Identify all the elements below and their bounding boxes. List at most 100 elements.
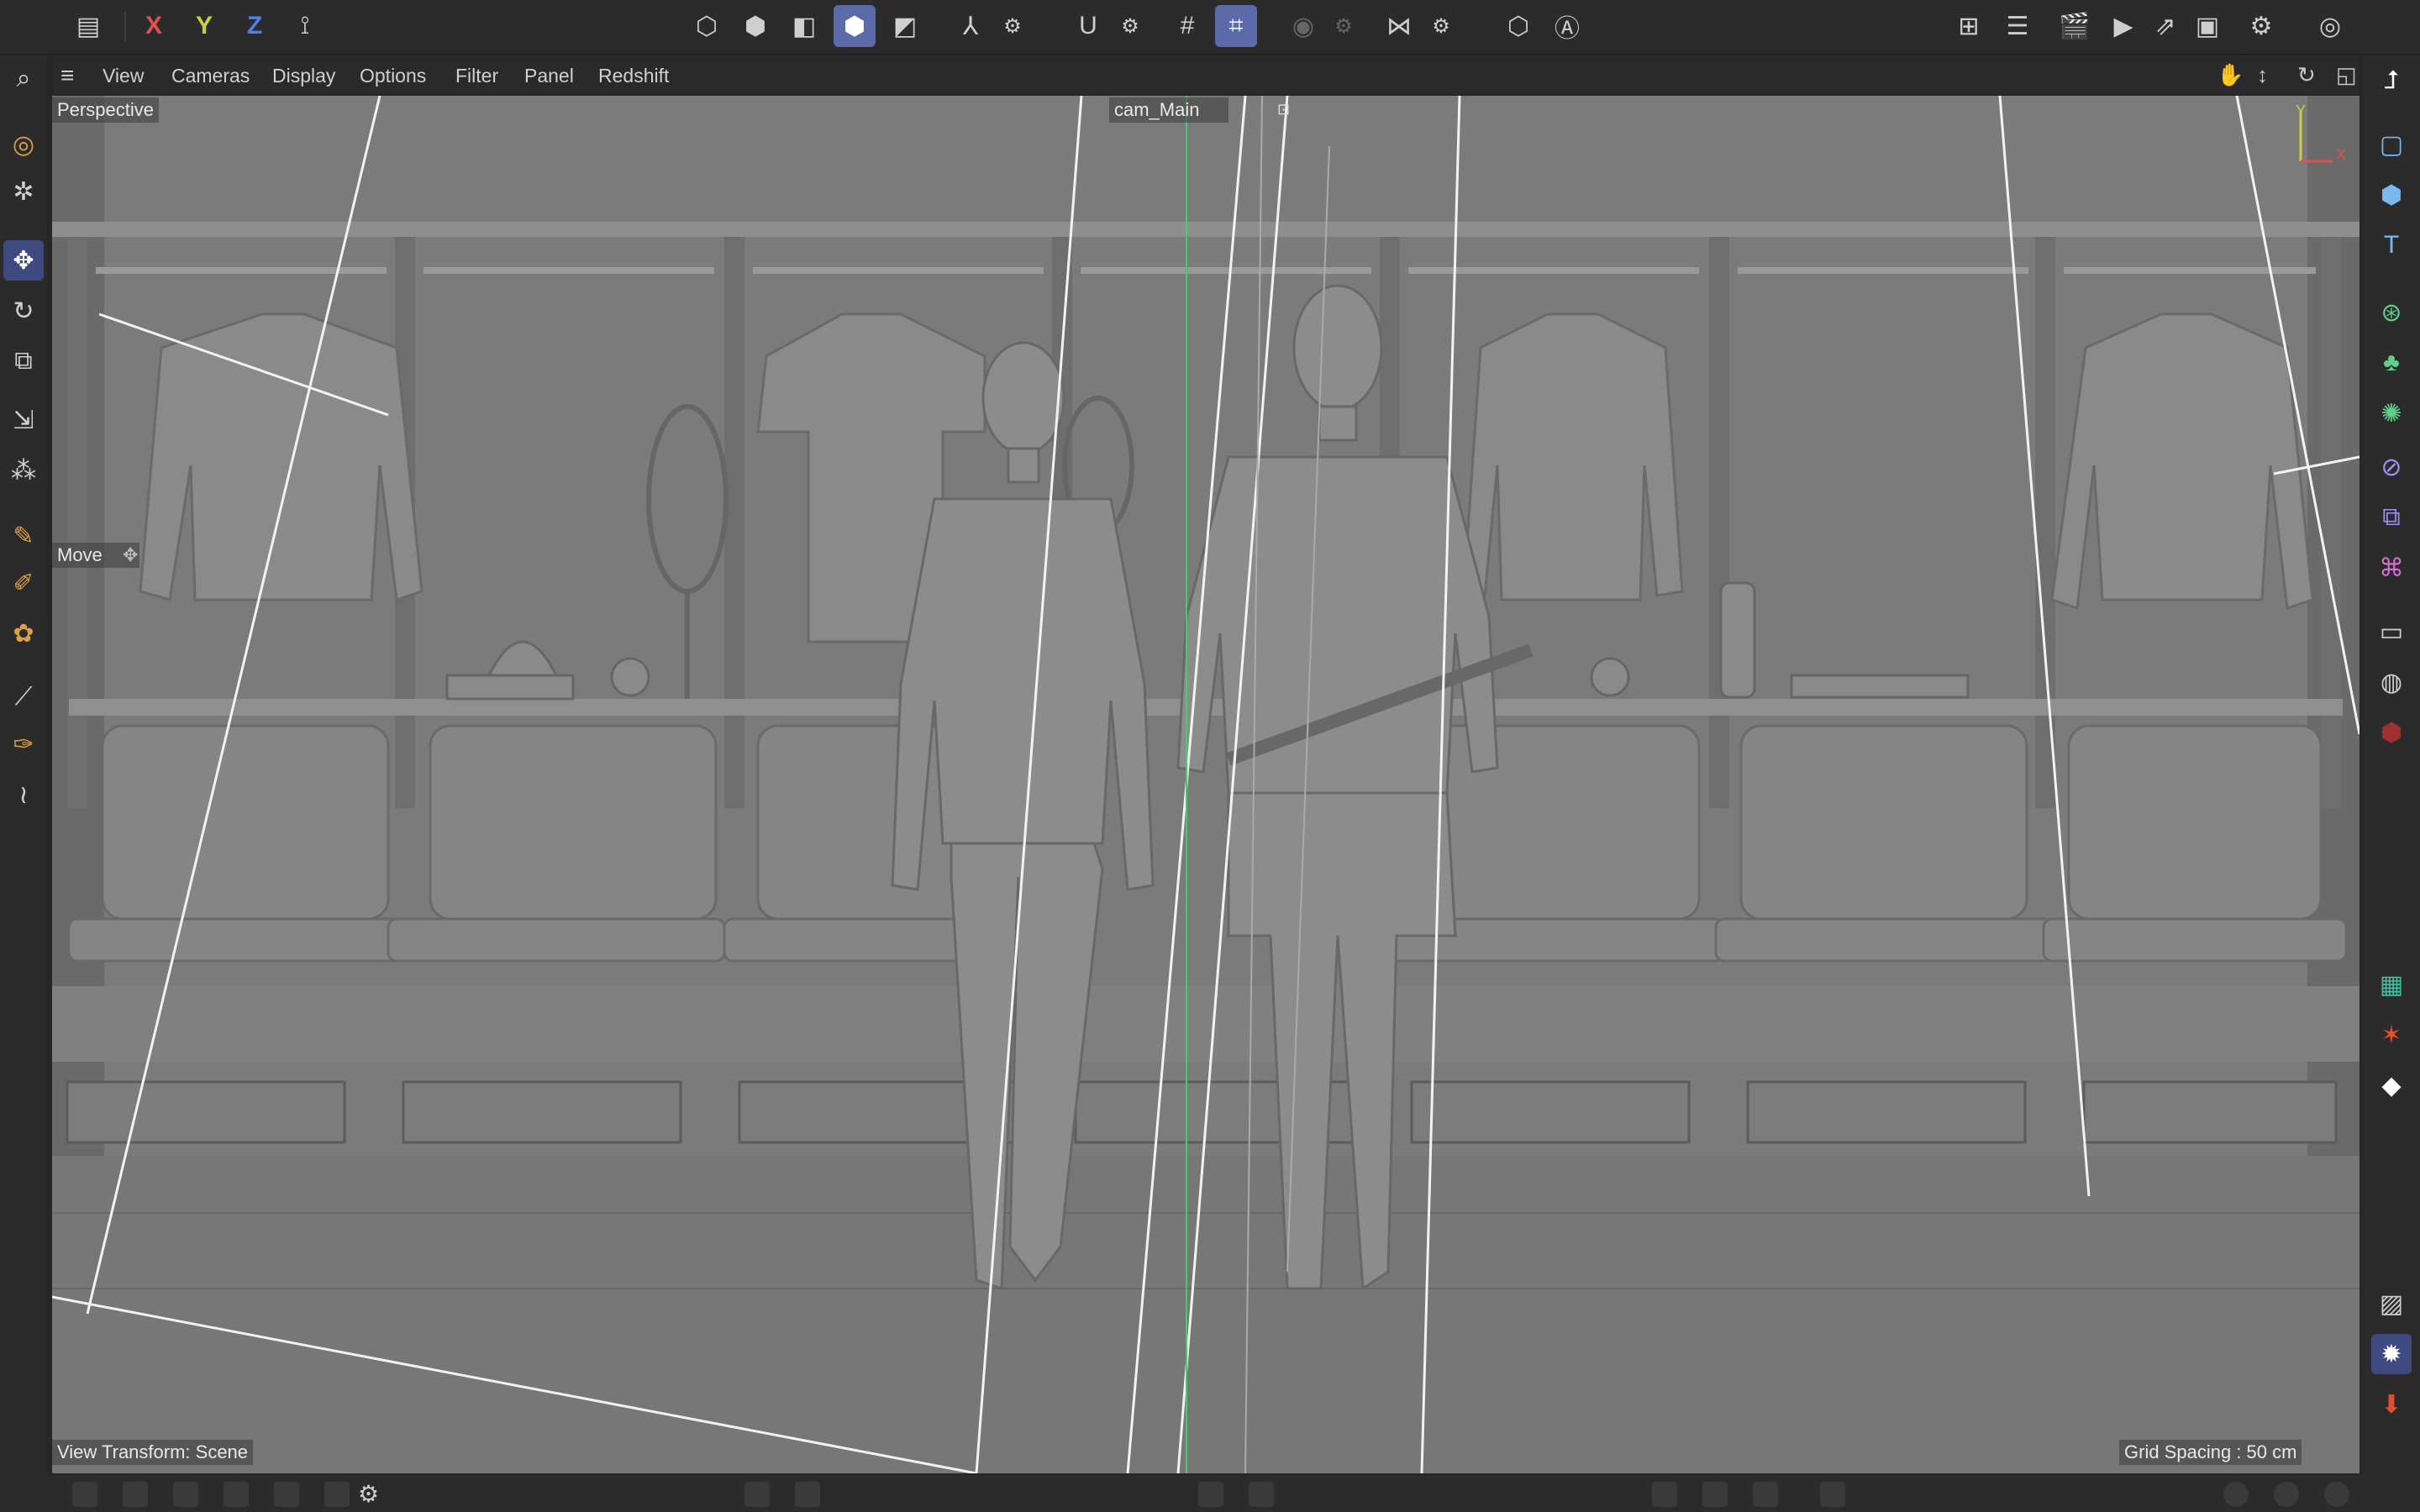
axis-down-icon[interactable] (1753, 1482, 1778, 1507)
paint-icon[interactable]: ⟋ (3, 677, 44, 717)
brush-icon[interactable]: ✿ (3, 613, 44, 654)
axis-up-icon[interactable] (1652, 1482, 1677, 1507)
redshift-logo-icon[interactable]: ◎ (2309, 5, 2351, 47)
cube-object-icon[interactable]: ⬢ (2371, 175, 2412, 215)
field-icon[interactable]: ⊘ (2371, 447, 2412, 487)
floor-icon[interactable]: ◆ (2371, 1065, 2412, 1105)
text-icon[interactable]: T (2371, 225, 2412, 265)
key-all-icon[interactable] (173, 1482, 198, 1507)
symmetry-gear-icon[interactable]: ⚙ (1420, 5, 1462, 47)
edges-mode-icon[interactable]: ⬢ (734, 5, 776, 47)
selection-icon[interactable]: ⧉ (2371, 497, 2412, 538)
workplane-lock-icon[interactable]: ⌗ (1215, 5, 1257, 47)
snap-icon[interactable] (744, 1482, 770, 1507)
move-icon[interactable]: ✥ (3, 240, 44, 281)
axis-settings-gear-icon[interactable]: ⚙ (992, 5, 1034, 47)
material-preview-icon[interactable] (2274, 1482, 2299, 1507)
live-select-icon[interactable]: ◎ (3, 124, 44, 165)
rotate-icon[interactable]: ↻ (3, 291, 44, 331)
render-settings-icon[interactable]: ▦ (2371, 964, 2412, 1005)
panel-menu-icon[interactable]: ▤ (67, 5, 109, 47)
generator-icon[interactable]: ⊛ (2371, 292, 2412, 333)
sky-icon[interactable]: ◍ (2371, 662, 2412, 702)
right-toolbar: ⮥ ▢ ⬢ T ⊛ ♣ ✺ ⊘ ⧉ ⌘ ▭ ◍ ⬢ ▦ ✶ ◆ ▨ ✹ ⬇ (2363, 55, 2420, 1512)
menu-view[interactable]: View (103, 65, 144, 87)
light-preview-icon[interactable] (2324, 1482, 2349, 1507)
fracture-icon[interactable]: ✶ (2371, 1015, 2412, 1055)
ui-toggle-icon[interactable] (1820, 1482, 1845, 1507)
spline-pen-icon[interactable]: ✎ (3, 516, 44, 556)
lock-icon[interactable]: ⬡ (1497, 5, 1539, 47)
spline-icon[interactable]: ⌘ (2371, 548, 2412, 588)
hamburger-icon[interactable]: ≡ (60, 62, 74, 89)
weld-icon[interactable]: ≀ (3, 774, 44, 815)
search-icon[interactable]: ⌕ (3, 59, 44, 99)
camera-lock-icon[interactable]: ⊡ (1277, 101, 1290, 118)
snap-magnet-icon[interactable]: U (1067, 5, 1109, 47)
viewport[interactable]: Perspective cam_Main ⊡ Y X Move ✥ View T… (52, 96, 2360, 1473)
transform-icon[interactable]: ⇲ (3, 400, 44, 440)
coordinate-system-icon[interactable]: ⟟ (284, 5, 326, 47)
picture-viewer-icon[interactable]: ▨ (2371, 1284, 2412, 1324)
scale-tool-icon[interactable]: ✲ (3, 171, 44, 212)
symmetry-icon[interactable]: ⋈ (1378, 5, 1420, 47)
soft-selection-gear-icon[interactable]: ⚙ (1323, 5, 1365, 47)
cube-icon[interactable]: ▢ (2371, 124, 2412, 165)
knife-icon[interactable]: ✑ (3, 724, 44, 764)
menu-display[interactable]: Display (272, 65, 335, 87)
place-icon[interactable]: ⁂ (3, 450, 44, 491)
menu-options[interactable]: Options (360, 65, 426, 87)
timeline-markers-icon[interactable] (324, 1482, 350, 1507)
timeline-settings-gear-icon[interactable]: ⚙ (358, 1480, 379, 1508)
add-layer-icon[interactable]: ⊞ (1948, 5, 1990, 47)
render-active-icon[interactable]: ▶ (2102, 5, 2144, 47)
axis-gizmo-icon[interactable]: ⅄ (950, 5, 992, 47)
axis-y-toggle[interactable]: Y (183, 5, 225, 47)
viewport-view-name[interactable]: Perspective (52, 97, 159, 123)
uv-mode-icon[interactable]: ◩ (884, 5, 926, 47)
sphere-preview-icon[interactable] (2223, 1482, 2249, 1507)
redshift-rv-icon[interactable]: ▣ (2186, 5, 2228, 47)
orbit-view-icon[interactable]: ↻ (2297, 62, 2316, 88)
view-layout-icon[interactable]: ⮥ (2371, 60, 2412, 101)
prev-key-icon[interactable] (224, 1482, 249, 1507)
menu-cameras[interactable]: Cameras (171, 65, 250, 87)
distribute-icon[interactable] (1249, 1482, 1274, 1507)
view-transform-label: View Transform: Scene (52, 1440, 254, 1465)
auto-key-icon[interactable]: Ⓐ (1546, 5, 1588, 47)
menu-redshift[interactable]: Redshift (598, 65, 669, 87)
layers-icon[interactable]: ☰ (1996, 5, 2039, 47)
maximize-view-icon[interactable]: ◱ (2336, 62, 2357, 88)
menu-panel[interactable]: Panel (524, 65, 574, 87)
polygons-mode-icon[interactable]: ◧ (783, 5, 825, 47)
download-icon[interactable]: ⬇ (2371, 1384, 2412, 1425)
timeline-icon[interactable] (72, 1482, 97, 1507)
settings-gear-icon[interactable]: ✹ (2371, 1334, 2412, 1374)
dolly-view-icon[interactable]: ↕ (2257, 62, 2268, 88)
soft-selection-icon[interactable]: ◉ (1282, 5, 1324, 47)
axis-z-toggle[interactable]: Z (234, 5, 276, 47)
model-mode-icon[interactable]: ⬢ (834, 5, 876, 47)
axis-mid-icon[interactable] (1702, 1482, 1728, 1507)
render-settings-icon[interactable]: ⚙ (2240, 5, 2282, 47)
pan-view-icon[interactable]: ✋ (2217, 62, 2244, 88)
workplane-grid-icon[interactable]: # (1166, 5, 1208, 47)
next-key-icon[interactable] (274, 1482, 299, 1507)
sketch-icon[interactable]: ✐ (3, 563, 44, 603)
menu-filter[interactable]: Filter (455, 65, 498, 87)
axis-x-toggle[interactable]: X (133, 5, 175, 47)
material-icon[interactable]: ⬢ (2371, 712, 2412, 753)
camera-icon[interactable]: ▭ (2371, 612, 2412, 652)
snap-settings-gear-icon[interactable]: ⚙ (1109, 5, 1151, 47)
points-mode-icon[interactable]: ⬡ (686, 5, 728, 47)
keyframe-icon[interactable] (123, 1482, 148, 1507)
scale-icon[interactable]: ⧉ (3, 341, 44, 381)
render-view-icon[interactable]: 🎬 (2054, 5, 2096, 47)
align-icon[interactable] (1198, 1482, 1223, 1507)
deformer-icon[interactable]: ✺ (2371, 393, 2412, 433)
render-external-icon[interactable]: ⇗ (2144, 5, 2186, 47)
gizmo-x-label: X (2336, 146, 2347, 163)
viewport-camera-name[interactable]: cam_Main (1109, 97, 1228, 123)
snap-options-icon[interactable] (795, 1482, 820, 1507)
cloner-icon[interactable]: ♣ (2371, 343, 2412, 383)
